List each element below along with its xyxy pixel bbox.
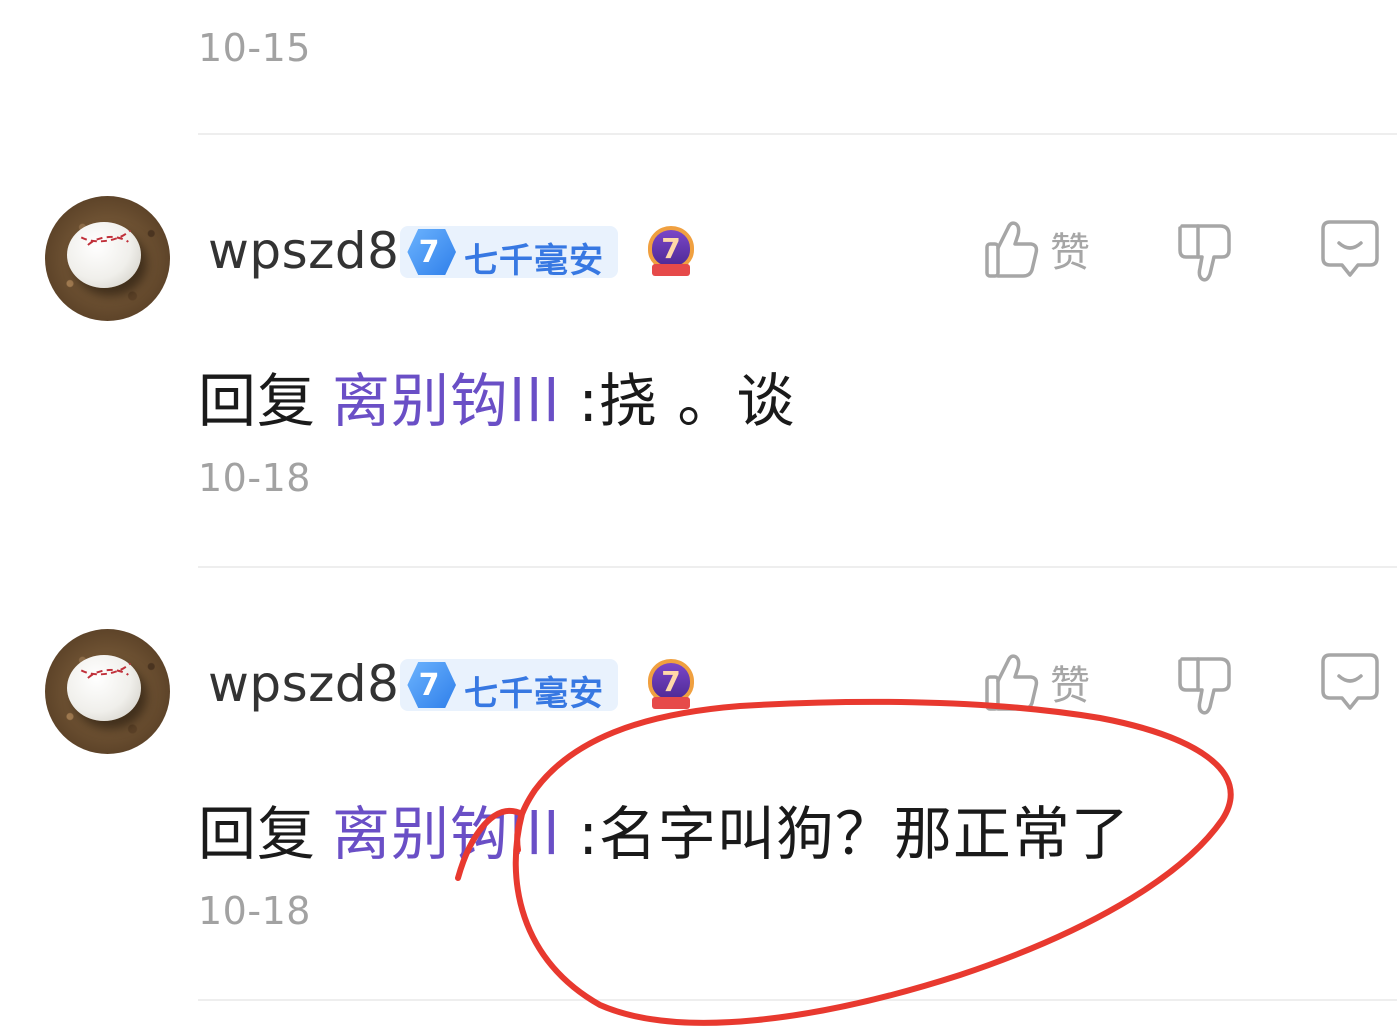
comment-bubble-icon <box>1320 651 1380 713</box>
level-badge[interactable]: 7 七千毫安 <box>400 659 618 714</box>
comment-item: wpszd8 7 七千毫安 7 赞 <box>0 629 1397 1036</box>
reply-prefix: 回复 <box>198 800 317 868</box>
level-name: 七千毫安 <box>464 241 604 281</box>
comment-date: 10-18 <box>198 456 311 500</box>
fan-badge-icon[interactable]: 7 <box>646 226 696 280</box>
divider <box>198 133 1397 135</box>
username[interactable]: wpszd8 <box>208 655 399 713</box>
username[interactable]: wpszd8 <box>208 222 399 280</box>
comment-text: :挠 。谈 <box>578 367 796 435</box>
previous-comment-date: 10-15 <box>198 26 311 70</box>
comment-content: 回复 离别钩lll :名字叫狗？那正常了 <box>198 787 1130 871</box>
level-name: 七千毫安 <box>464 674 604 714</box>
reply-button[interactable] <box>1320 651 1380 713</box>
reply-button[interactable] <box>1320 218 1380 280</box>
thumbs-up-icon <box>984 651 1040 713</box>
comment-content: 回复 离别钩lll :挠 。谈 <box>198 354 795 438</box>
comment-date: 10-18 <box>198 889 311 933</box>
like-label: 赞 <box>1050 663 1090 709</box>
comment-bubble-icon <box>1320 218 1380 280</box>
comment-thread: 10-15 wpszd8 7 七千毫安 7 赞 回复 离别钩lll:挠 。谈 … <box>0 0 1397 1036</box>
level-number: 7 <box>407 662 456 708</box>
mention-link[interactable]: 离别钩lll <box>332 367 560 435</box>
like-button[interactable]: 赞 <box>984 651 1090 713</box>
comment-item: wpszd8 7 七千毫安 7 赞 <box>0 196 1397 629</box>
thumbs-up-icon <box>984 218 1040 280</box>
like-button[interactable]: 赞 <box>984 218 1090 280</box>
divider <box>198 566 1397 568</box>
thumbs-down-icon <box>1176 220 1234 286</box>
like-label: 赞 <box>1050 230 1090 276</box>
avatar[interactable] <box>45 196 170 321</box>
avatar[interactable] <box>45 629 170 754</box>
level-badge[interactable]: 7 七千毫安 <box>400 226 618 281</box>
dislike-button[interactable] <box>1176 220 1234 286</box>
divider <box>198 999 1397 1001</box>
mention-link[interactable]: 离别钩lll <box>332 800 560 868</box>
reply-prefix: 回复 <box>198 367 317 435</box>
level-number: 7 <box>407 229 456 275</box>
thumbs-down-icon <box>1176 653 1234 719</box>
fan-badge-icon[interactable]: 7 <box>646 659 696 713</box>
comment-text: :名字叫狗？那正常了 <box>578 800 1130 868</box>
dislike-button[interactable] <box>1176 653 1234 719</box>
